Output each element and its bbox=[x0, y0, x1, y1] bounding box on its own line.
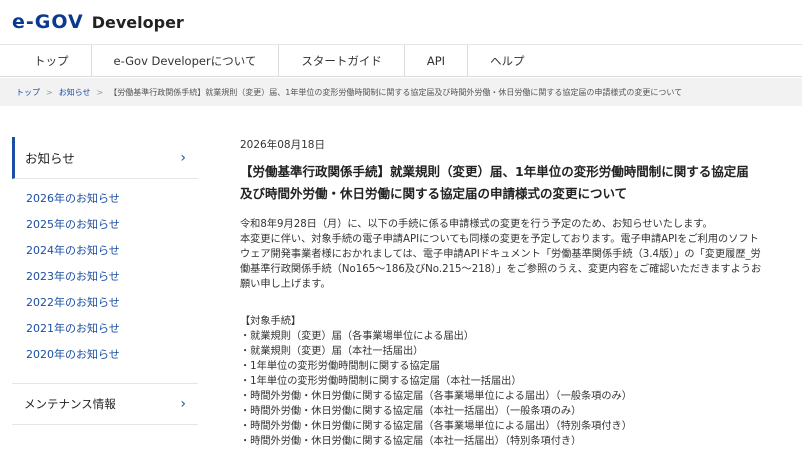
article-date: 2026年08月18日 bbox=[240, 139, 325, 151]
article-title-line: 及び時間外労働・休日労働に関する協定届の申請様式の変更について bbox=[240, 186, 628, 201]
body-line: 令和8年9月28日（月）に、以下の手続に係る申請様式の変更を行う予定のため、お知… bbox=[240, 219, 713, 230]
target-item: ・時間外労働・休日労働に関する協定届（本社一括届出）（一般条項のみ） bbox=[240, 406, 582, 417]
breadcrumb: トップ > お知らせ > 【労働基準行政関係手続】就業規則（変更）届、1年単位の… bbox=[0, 78, 802, 106]
sidebar-item-2020[interactable]: 2020年のお知らせ bbox=[12, 341, 198, 367]
targets-list: ・就業規則（変更）届（各事業場単位による届出） ・就業規則（変更）届（本社一括届… bbox=[240, 329, 795, 449]
breadcrumb-separator: > bbox=[96, 87, 104, 97]
target-item: ・時間外労働・休日労働に関する協定届（本社一括届出）（特別条項付き） bbox=[240, 436, 582, 447]
sidebar-year-list: 2026年のお知らせ 2025年のお知らせ 2024年のお知らせ 2023年のお… bbox=[12, 179, 198, 367]
target-item: ・時間外労働・休日労働に関する協定届（各事業場単位による届出）（特別条項付き） bbox=[240, 421, 632, 432]
article-body: 令和8年9月28日（月）に、以下の手続に係る申請様式の変更を行う予定のため、お知… bbox=[240, 217, 795, 292]
logo-developer-text: Developer bbox=[91, 12, 184, 32]
nav-item-help[interactable]: ヘルプ bbox=[468, 45, 547, 76]
sidebar-item-2026[interactable]: 2026年のお知らせ bbox=[12, 185, 198, 211]
logo-mark: e-GOV bbox=[12, 11, 84, 33]
body-line: 願い申し上げます。 bbox=[240, 279, 331, 290]
site-header: e-GOV Developer bbox=[0, 0, 802, 44]
breadcrumb-news[interactable]: お知らせ bbox=[59, 87, 91, 98]
target-procedures: 【対象手続】 ・就業規則（変更）届（各事業場単位による届出） ・就業規則（変更）… bbox=[240, 314, 795, 449]
nav-item-top[interactable]: トップ bbox=[12, 45, 92, 76]
site-logo[interactable]: e-GOV Developer bbox=[12, 8, 184, 36]
target-item: ・時間外労働・休日労働に関する協定届（各事業場単位による届出）（一般条項のみ） bbox=[240, 391, 632, 402]
sidebar-item-2023[interactable]: 2023年のお知らせ bbox=[12, 263, 198, 289]
chevron-right-icon: › bbox=[180, 149, 186, 166]
sidebar-item-2025[interactable]: 2025年のお知らせ bbox=[12, 211, 198, 237]
chevron-right-icon: › bbox=[180, 396, 186, 412]
breadcrumb-current: 【労働基準行政関係手続】就業規則（変更）届、1年単位の変形労働時間制に関する協定… bbox=[109, 87, 683, 97]
sidebar-item-2022[interactable]: 2022年のお知らせ bbox=[12, 289, 198, 315]
nav-item-about[interactable]: e-Gov Developerについて bbox=[92, 45, 280, 76]
sidebar-item-2024[interactable]: 2024年のお知らせ bbox=[12, 237, 198, 263]
nav-item-api[interactable]: API bbox=[405, 45, 469, 76]
sidebar-maintenance-label: メンテナンス情報 bbox=[24, 397, 116, 411]
nav-item-start-guide[interactable]: スタートガイド bbox=[279, 45, 405, 76]
sidebar-item-maintenance[interactable]: メンテナンス情報 › bbox=[12, 383, 198, 425]
body-line: 本変更に伴い、対象手続の電子申請APIについても同様の変更を予定しております。電… bbox=[240, 234, 759, 245]
article: 2026年08月18日 【労働基準行政関係手続】就業規則（変更）届、1年単位の変… bbox=[240, 137, 795, 449]
body-line: ウェア開発事業者様におかれましては、電子申請APIドキュメント「労働基準関係手続… bbox=[240, 249, 761, 260]
breadcrumb-separator: > bbox=[46, 87, 53, 97]
breadcrumb-top[interactable]: トップ bbox=[16, 87, 40, 98]
body-line: 働基準行政関係手続（No165～186及びNo.215～218）」をご参照のうえ… bbox=[240, 264, 762, 275]
targets-heading: 【対象手続】 bbox=[240, 316, 302, 327]
sidebar-heading-label: お知らせ bbox=[25, 151, 75, 166]
article-title: 【労働基準行政関係手続】就業規則（変更）届、1年単位の変形労働時間制に関する協定… bbox=[240, 161, 795, 205]
article-title-line: 【労働基準行政関係手続】就業規則（変更）届、1年単位の変形労働時間制に関する協定… bbox=[240, 164, 749, 179]
target-item: ・1年単位の変形労働時間制に関する協定届 bbox=[240, 361, 441, 372]
target-item: ・1年単位の変形労働時間制に関する協定届（本社一括届出） bbox=[240, 376, 522, 387]
target-item: ・就業規則（変更）届（本社一括届出） bbox=[240, 346, 424, 357]
sidebar-heading-news[interactable]: お知らせ › bbox=[12, 137, 198, 179]
sidebar: お知らせ › 2026年のお知らせ 2025年のお知らせ 2024年のお知らせ … bbox=[12, 137, 198, 425]
sidebar-item-2021[interactable]: 2021年のお知らせ bbox=[12, 315, 198, 341]
target-item: ・就業規則（変更）届（各事業場単位による届出） bbox=[240, 331, 475, 342]
global-nav: トップ e-Gov Developerについて スタートガイド API ヘルプ bbox=[0, 44, 802, 77]
